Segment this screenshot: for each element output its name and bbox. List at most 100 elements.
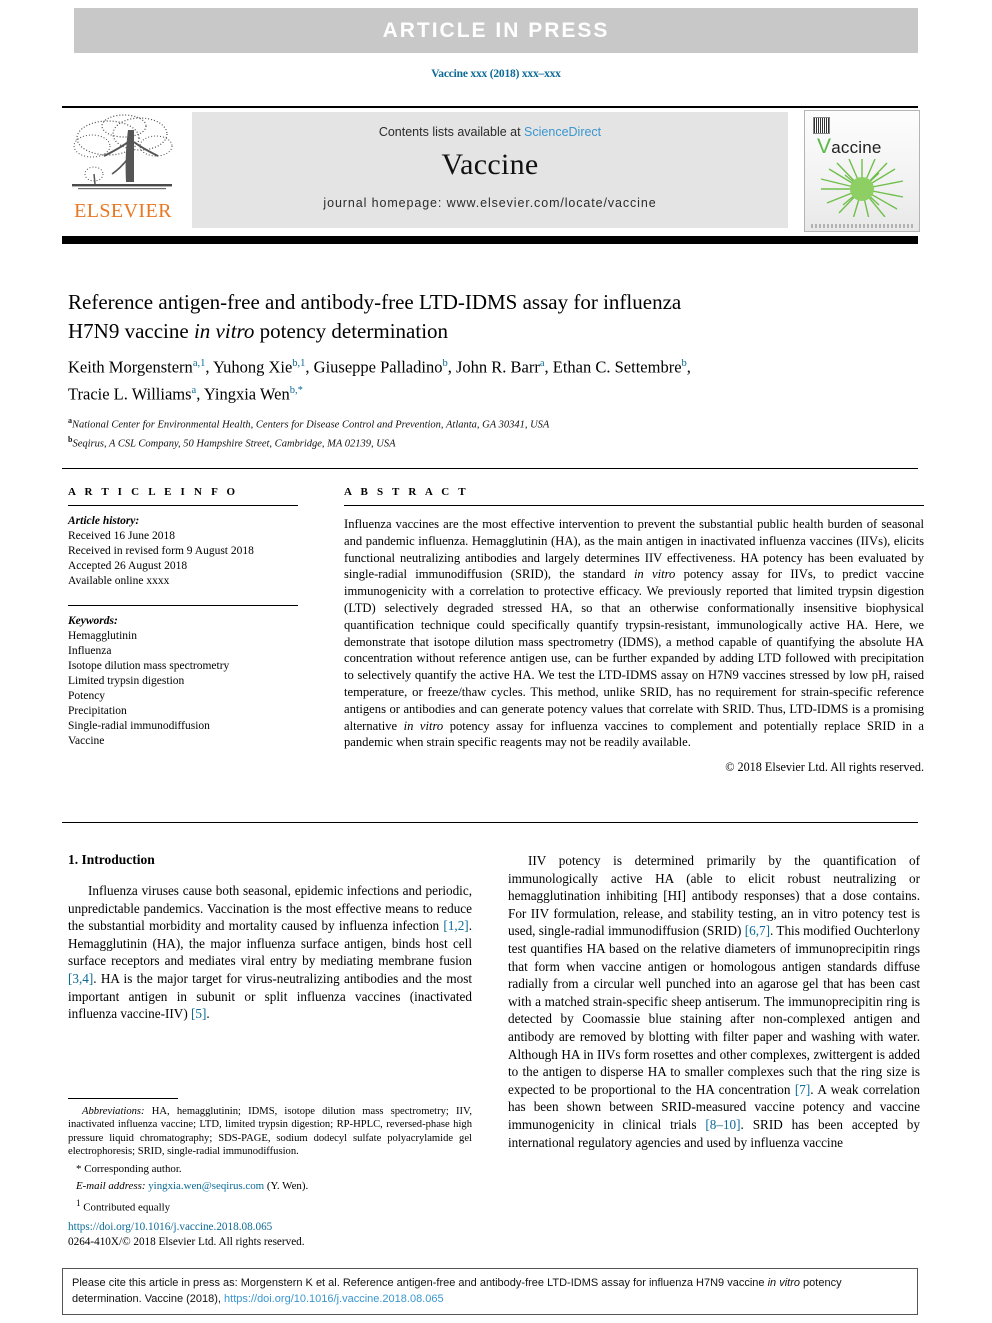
page-title: Reference antigen-free and antibody-free… xyxy=(68,288,868,346)
paragraph-part: . xyxy=(206,1006,210,1022)
keyword-item: Hemagglutinin xyxy=(68,630,137,642)
article-history-item: Accepted 26 August 2018 xyxy=(68,560,188,572)
author-sep: , xyxy=(544,357,553,377)
author-name[interactable]: Yuhong Xie xyxy=(213,358,292,377)
keywords-rule xyxy=(68,605,298,606)
affiliation-text: Seqirus, A CSL Company, 50 Hampshire Str… xyxy=(72,438,396,449)
body-column-right: IIV potency is determined primarily by t… xyxy=(508,852,920,1151)
citation-ref[interactable]: [6,7] xyxy=(745,923,770,938)
keywords-label: Keywords: xyxy=(68,615,118,627)
citation-ref[interactable]: [3,4] xyxy=(68,971,93,986)
elsevier-wordmark: ELSEVIER xyxy=(74,200,172,222)
section-heading-introduction: 1. Introduction xyxy=(68,852,155,867)
cover-v-letter: V xyxy=(817,135,832,158)
keyword-item: Single-radial immunodiffusion xyxy=(68,720,210,732)
title-line-2-italic: in vitro xyxy=(193,319,255,343)
citation-ref[interactable]: [1,2] xyxy=(443,918,468,933)
intro-paragraph-left: Influenza viruses cause both seasonal, e… xyxy=(68,882,472,1023)
info-section-top-rule xyxy=(62,468,918,469)
body-column-left: 1. Introduction Influenza viruses cause … xyxy=(68,852,472,1023)
affiliation-text: National Center for Environmental Health… xyxy=(72,419,550,431)
abstract-text: Influenza vaccines are the most effectiv… xyxy=(344,516,924,751)
keyword-item: Precipitation xyxy=(68,705,127,717)
corresponding-mark: * xyxy=(76,1162,82,1175)
abstract-italic: in vitro xyxy=(403,718,444,733)
abbreviations-note: Abbreviations: HA, hemagglutinin; IDMS, … xyxy=(68,1105,472,1159)
cover-footer-text xyxy=(811,224,913,228)
author-name[interactable]: Giuseppe Palladino xyxy=(314,358,443,377)
footnote-block: Abbreviations: HA, hemagglutinin; IDMS, … xyxy=(68,1098,472,1215)
abbreviations-label: Abbreviations: xyxy=(82,1106,145,1117)
barcode-icon xyxy=(813,117,830,134)
author-marks: a,1 xyxy=(192,358,206,369)
author-list: Keith Morgensterna,1, Yuhong Xieb,1, Giu… xyxy=(68,352,928,405)
sciencedirect-link[interactable]: ScienceDirect xyxy=(524,125,601,139)
author-marks: b,1 xyxy=(292,358,306,369)
email-note: E-mail address: yingxia.wen@seqirus.com … xyxy=(68,1179,472,1193)
masthead-center-panel: Contents lists available at ScienceDirec… xyxy=(192,112,788,228)
author-sep: , xyxy=(205,357,213,377)
abstract-part: potency assay for IIVs, to predict vacci… xyxy=(344,567,924,733)
citation-ref[interactable]: [7] xyxy=(795,1082,810,1097)
author-sep: , xyxy=(196,384,204,403)
author-sep: , xyxy=(305,357,314,377)
affiliation-item: aNational Center for Environmental Healt… xyxy=(68,414,928,433)
cite-italic: in vitro xyxy=(767,1277,800,1289)
journal-homepage[interactable]: journal homepage: www.elsevier.com/locat… xyxy=(192,196,788,210)
paragraph-part: . This modified Ouchterlony test quantif… xyxy=(508,923,920,1097)
affiliation-list: aNational Center for Environmental Healt… xyxy=(68,414,928,451)
keyword-item: Vaccine xyxy=(68,735,105,747)
doi-block: https://doi.org/10.1016/j.vaccine.2018.0… xyxy=(68,1220,472,1249)
running-head: Vaccine xxx (2018) xxx–xxx xyxy=(431,68,561,80)
affiliation-item: bSeqirus, A CSL Company, 50 Hampshire St… xyxy=(68,433,928,452)
abstract-italic: in vitro xyxy=(633,567,676,582)
cite-prefix: Please cite this article in press as: Mo… xyxy=(72,1277,768,1289)
issn-copyright-line: 0264-410X/© 2018 Elsevier Ltd. All right… xyxy=(68,1235,305,1248)
contributed-equally-note: 1 Contributed equally xyxy=(68,1196,472,1215)
author-name[interactable]: Ethan C. Settembre xyxy=(553,358,682,377)
journal-cover-thumbnail: Vaccine xyxy=(804,110,920,232)
cite-this-article-box: Please cite this article in press as: Mo… xyxy=(62,1268,918,1315)
article-history-item: Received in revised form 9 August 2018 xyxy=(68,545,254,557)
cite-text: Please cite this article in press as: Mo… xyxy=(72,1275,908,1307)
keyword-item: Isotope dilution mass spectrometry xyxy=(68,660,230,672)
article-history-item: Received 16 June 2018 xyxy=(68,530,175,542)
title-line-2a: H7N9 vaccine xyxy=(68,319,194,343)
info-section-bottom-rule xyxy=(62,822,918,823)
title-line-1: Reference antigen-free and antibody-free… xyxy=(68,290,682,314)
keyword-item: Limited trypsin digestion xyxy=(68,675,185,687)
author-name[interactable]: Keith Morgenstern xyxy=(68,358,193,377)
abstract-copyright: © 2018 Elsevier Ltd. All rights reserved… xyxy=(725,760,924,775)
author-name[interactable]: Yingxia Wen xyxy=(204,384,290,403)
article-history-item: Available online xxxx xyxy=(68,575,170,587)
author-marks: b,* xyxy=(289,384,303,396)
paragraph-part: . HA is the major target for virus-neutr… xyxy=(68,970,472,1022)
author-sep: , xyxy=(686,357,691,377)
elsevier-logo: ELSEVIER xyxy=(62,112,184,228)
email-link[interactable]: yingxia.wen@seqirus.com xyxy=(148,1180,264,1192)
article-history-label: Article history: xyxy=(68,515,140,527)
abstract-rule xyxy=(344,505,924,506)
citation-ref[interactable]: [8–10] xyxy=(705,1117,740,1132)
masthead-bottom-rule xyxy=(62,236,918,244)
masthead-top-rule xyxy=(62,106,918,108)
contents-available-line: Contents lists available at ScienceDirec… xyxy=(192,125,788,139)
author-name[interactable]: John R. Barr xyxy=(456,358,540,377)
corresponding-text: Corresponding author. xyxy=(84,1162,182,1175)
keyword-item: Potency xyxy=(68,690,106,702)
article-info-rule xyxy=(68,505,298,506)
citation-ref[interactable]: [5] xyxy=(191,1006,206,1021)
cover-title: Vaccine xyxy=(817,135,882,159)
contributed-mark: 1 xyxy=(76,1198,81,1209)
doi-link[interactable]: https://doi.org/10.1016/j.vaccine.2018.0… xyxy=(68,1220,472,1235)
contents-prefix: Contents lists available at xyxy=(378,125,525,139)
contributed-text: Contributed equally xyxy=(83,1202,171,1215)
intro-paragraph-right: IIV potency is determined primarily by t… xyxy=(508,852,920,1151)
author-name[interactable]: Tracie L. Williams xyxy=(68,384,192,403)
footnote-divider xyxy=(68,1098,178,1099)
corresponding-author-note: * Corresponding author. xyxy=(68,1162,472,1176)
virus-illustration-icon xyxy=(820,159,904,217)
article-in-press-banner: ARTICLE IN PRESS xyxy=(74,8,918,53)
cite-doi-link[interactable]: https://doi.org/10.1016/j.vaccine.2018.0… xyxy=(224,1293,444,1305)
journal-title: Vaccine xyxy=(441,148,539,181)
